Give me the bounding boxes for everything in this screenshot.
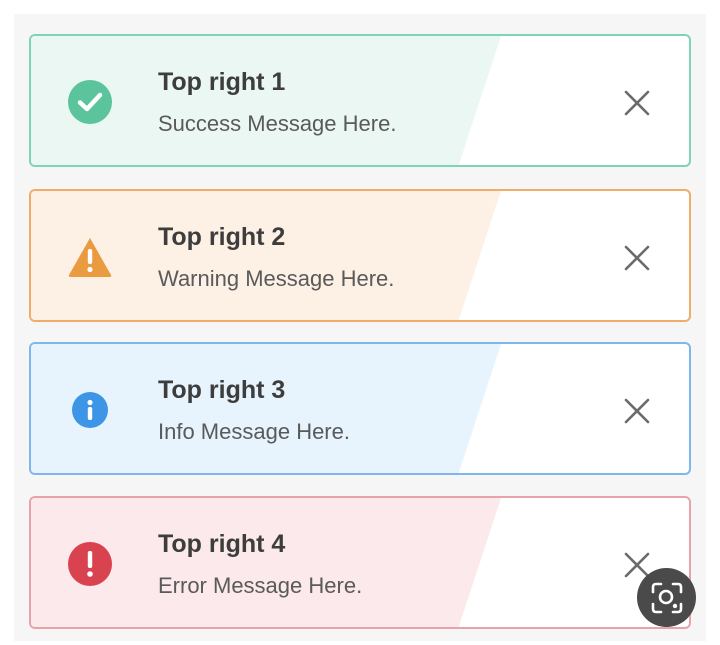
warning-triangle-icon	[67, 234, 113, 280]
close-button[interactable]	[621, 87, 653, 119]
toast-success: Top right 1 Success Message Here.	[29, 34, 691, 167]
close-button[interactable]	[621, 395, 653, 427]
toast-title: Top right 2	[158, 223, 286, 251]
toast-warning: Top right 2 Warning Message Here.	[29, 189, 691, 322]
toast-message: Success Message Here.	[158, 111, 397, 136]
check-circle-icon	[67, 79, 113, 125]
close-icon[interactable]	[623, 397, 651, 425]
close-button[interactable]	[621, 242, 653, 274]
toast-info: Top right 3 Info Message Here.	[29, 342, 691, 475]
toast-message: Error Message Here.	[158, 573, 363, 598]
close-icon[interactable]	[623, 244, 651, 272]
info-circle-icon	[67, 387, 113, 433]
toast-title: Top right 4	[158, 530, 286, 558]
error-circle-icon	[67, 541, 113, 587]
visual-search-button[interactable]	[637, 568, 696, 627]
close-icon[interactable]	[623, 89, 651, 117]
toast-title: Top right 1	[158, 68, 286, 96]
toast-error: Top right 4 Error Message Here.	[29, 496, 691, 629]
toast-message: Info Message Here.	[158, 419, 350, 444]
visual-search-lens-icon[interactable]	[650, 581, 684, 615]
toast-title: Top right 3	[158, 376, 286, 404]
toast-message: Warning Message Here.	[158, 266, 395, 291]
